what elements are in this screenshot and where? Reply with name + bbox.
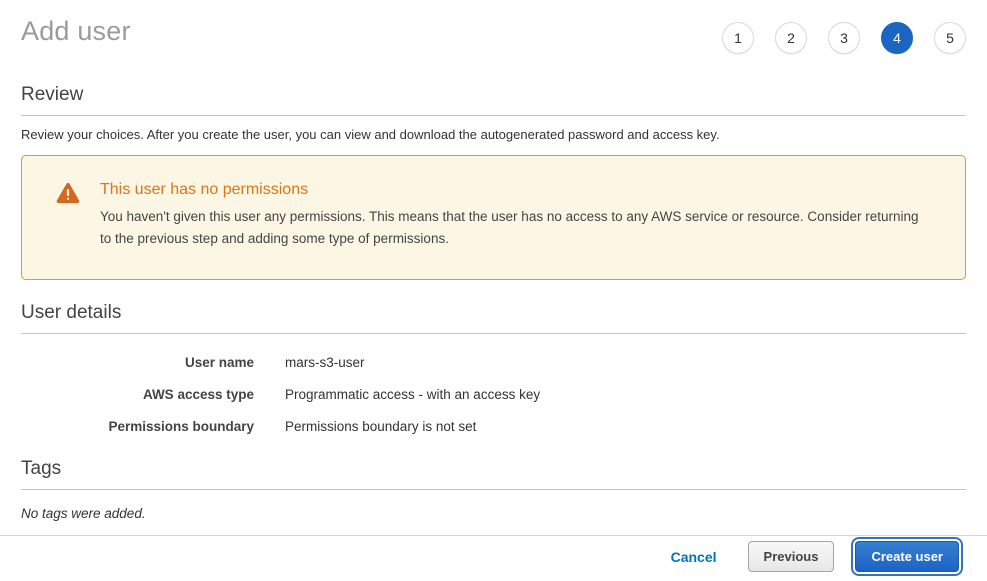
page-title: Add user [21, 16, 131, 47]
detail-value-access-type: Programmatic access - with an access key [285, 387, 540, 402]
warning-triangle-icon [56, 182, 80, 209]
detail-value-permissions-boundary: Permissions boundary is not set [285, 419, 476, 434]
detail-label-user-name: User name [21, 355, 254, 370]
review-section: Review Review your choices. After you cr… [21, 84, 966, 142]
create-user-button[interactable]: Create user [855, 541, 959, 572]
warning-title: This user has no permissions [100, 181, 929, 199]
user-details-rows: User name mars-s3-user AWS access type P… [21, 355, 966, 434]
detail-row-permissions-boundary: Permissions boundary Permissions boundar… [21, 419, 966, 434]
warning-content: This user has no permissions You haven't… [100, 181, 929, 250]
wizard-step-indicator: 1 2 3 4 5 [722, 16, 966, 54]
tags-divider [21, 489, 966, 490]
user-details-divider [21, 333, 966, 334]
detail-label-permissions-boundary: Permissions boundary [21, 419, 254, 434]
user-details-heading: User details [21, 302, 966, 324]
tags-empty-message: No tags were added. [21, 506, 966, 521]
review-divider [21, 115, 966, 116]
detail-row-access-type: AWS access type Programmatic access - wi… [21, 387, 966, 402]
review-heading: Review [21, 84, 966, 106]
previous-button[interactable]: Previous [748, 541, 835, 572]
tags-heading: Tags [21, 458, 966, 480]
tags-section: Tags No tags were added. [21, 458, 966, 521]
detail-label-access-type: AWS access type [21, 387, 254, 402]
step-4-active[interactable]: 4 [881, 22, 913, 54]
review-description: Review your choices. After you create th… [21, 127, 966, 142]
detail-value-user-name: mars-s3-user [285, 355, 365, 370]
wizard-footer: Cancel Previous Create user [0, 535, 987, 581]
step-1[interactable]: 1 [722, 22, 754, 54]
cancel-link[interactable]: Cancel [671, 549, 717, 565]
wizard-header: Add user 1 2 3 4 5 [21, 0, 966, 54]
no-permissions-warning-box: This user has no permissions You haven't… [21, 155, 966, 280]
step-3[interactable]: 3 [828, 22, 860, 54]
step-5[interactable]: 5 [934, 22, 966, 54]
warning-body: You haven't given this user any permissi… [100, 206, 929, 250]
step-2[interactable]: 2 [775, 22, 807, 54]
user-details-section: User details User name mars-s3-user AWS … [21, 302, 966, 434]
detail-row-user-name: User name mars-s3-user [21, 355, 966, 370]
